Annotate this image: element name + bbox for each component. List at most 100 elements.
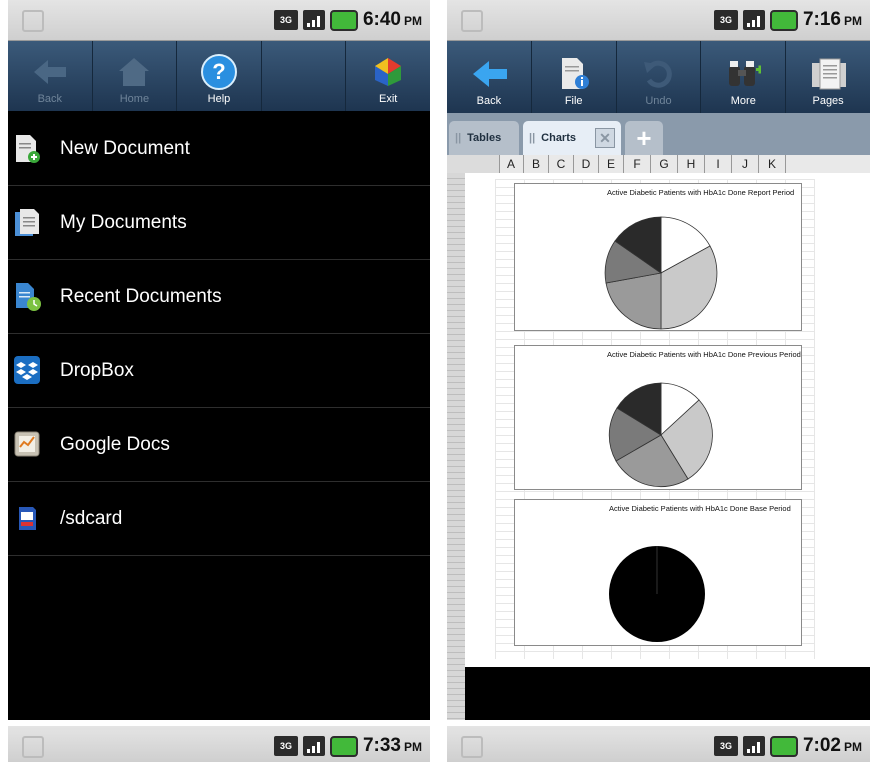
tab-tables-label: Tables <box>467 132 502 144</box>
back-button[interactable]: Back <box>447 41 532 113</box>
menu-label: New Document <box>60 137 190 159</box>
menu-label: DropBox <box>60 359 134 381</box>
exit-button[interactable]: Exit <box>346 41 430 111</box>
sheet-bottom-area <box>465 667 870 720</box>
sdcard-icon <box>14 504 40 534</box>
menu-label: /sdcard <box>60 507 123 529</box>
notification-icon <box>22 736 44 758</box>
network-3g-icon: 3G <box>713 10 738 30</box>
more-label: More <box>730 95 756 107</box>
network-3g-icon: 3G <box>273 736 298 756</box>
column-header[interactable]: J <box>732 155 759 173</box>
column-header[interactable]: B <box>524 155 549 173</box>
menu-item-google-docs[interactable]: Google Docs <box>8 408 430 482</box>
column-header[interactable]: F <box>624 155 651 173</box>
signal-icon <box>302 10 325 30</box>
menu-item-recent-documents[interactable]: Recent Documents <box>8 260 430 334</box>
column-header[interactable]: A <box>499 155 524 173</box>
battery-icon <box>769 9 798 31</box>
new-document-icon <box>14 134 40 164</box>
chart-previous-period[interactable]: Active Diabetic Patients with HbA1c Done… <box>514 345 802 490</box>
exit-icon <box>370 55 406 89</box>
file-info-icon <box>556 57 592 91</box>
column-header[interactable]: I <box>705 155 732 173</box>
help-icon: ? <box>200 54 237 90</box>
pie-chart <box>604 216 718 330</box>
pages-icon <box>810 57 847 91</box>
menu-item-sdcard[interactable]: /sdcard <box>8 482 430 556</box>
help-label: Help <box>207 93 231 105</box>
menu-item-new-document[interactable]: New Document <box>8 112 430 186</box>
spreadsheet-toolbar: Back File Undo More Pages <box>447 41 870 113</box>
clock: 7:02 PM <box>802 735 862 756</box>
back-button[interactable]: Back <box>8 41 93 111</box>
pie-chart <box>609 546 705 642</box>
battery-icon <box>329 735 358 757</box>
help-button[interactable]: ? Help <box>177 41 262 111</box>
back-label: Back <box>37 93 63 105</box>
main-toolbar: Back Home ? Help Exit <box>8 41 430 111</box>
clock: 7:33 PM <box>362 735 422 756</box>
binoculars-icon <box>725 57 762 91</box>
undo-label: Undo <box>645 95 672 107</box>
battery-icon <box>329 9 358 31</box>
undo-icon <box>640 57 676 91</box>
document-menu: New Document My Documents Recent Documen… <box>8 112 430 556</box>
chart-base-period[interactable]: Active Diabetic Patients with HbA1c Done… <box>514 499 802 646</box>
sheet-tabs: || Tables || Charts ✕ + <box>447 113 870 155</box>
close-tab-icon[interactable]: ✕ <box>595 128 615 148</box>
bottom-right-status-bar: 3G 7:02 PM <box>447 726 870 762</box>
menu-label: My Documents <box>60 211 187 233</box>
right-phone-screen: 3G 7:16 PM Back File Undo More Pages || … <box>447 0 870 720</box>
add-tab-button[interactable]: + <box>625 121 663 155</box>
menu-label: Recent Documents <box>60 285 222 307</box>
tab-tables[interactable]: || Tables <box>449 121 519 155</box>
dropbox-icon <box>14 355 40 386</box>
network-3g-icon: 3G <box>273 10 298 30</box>
clock: 7:16 PM <box>802 9 862 30</box>
row-header-column <box>447 173 465 720</box>
toolbar-empty-slot <box>262 41 347 111</box>
notification-icon <box>22 10 44 32</box>
tab-charts[interactable]: || Charts ✕ <box>523 121 621 155</box>
menu-item-dropbox[interactable]: DropBox <box>8 334 430 408</box>
file-label: File <box>564 95 583 107</box>
menu-item-my-documents[interactable]: My Documents <box>8 186 430 260</box>
column-header[interactable]: C <box>549 155 574 173</box>
signal-icon <box>302 736 325 756</box>
spreadsheet-area[interactable]: Active Diabetic Patients with HbA1c Done… <box>465 173 870 667</box>
undo-button[interactable]: Undo <box>617 41 702 113</box>
more-button[interactable]: More <box>701 41 787 113</box>
file-button[interactable]: File <box>532 41 617 113</box>
exit-label: Exit <box>379 93 398 105</box>
column-header[interactable]: E <box>599 155 624 173</box>
home-button[interactable]: Home <box>93 41 178 111</box>
chart-report-period[interactable]: Active Diabetic Patients with HbA1c Done… <box>514 183 802 331</box>
signal-icon <box>742 736 765 756</box>
column-header[interactable]: G <box>651 155 678 173</box>
pages-label: Pages <box>812 95 844 107</box>
bottom-left-status-bar: 3G 7:33 PM <box>8 726 430 762</box>
my-documents-icon <box>14 208 40 238</box>
pie-chart <box>608 382 713 488</box>
column-header[interactable]: D <box>574 155 599 173</box>
notification-icon <box>461 736 483 758</box>
battery-icon <box>769 735 798 757</box>
home-icon <box>116 55 152 89</box>
column-header[interactable]: H <box>678 155 705 173</box>
pages-button[interactable]: Pages <box>786 41 870 113</box>
clock: 6:40 PM <box>362 9 422 30</box>
left-phone-screen: 3G 6:40 PM Back Home ? Help Exit New Doc… <box>8 0 430 720</box>
column-header[interactable]: K <box>759 155 786 173</box>
network-3g-icon: 3G <box>713 736 738 756</box>
status-bar: 3G 6:40 PM <box>8 0 430 41</box>
back-arrow-icon <box>32 55 68 89</box>
status-bar: 3G 7:16 PM <box>447 0 870 41</box>
google-docs-icon <box>14 430 40 460</box>
back-arrow-icon <box>471 57 507 91</box>
home-label: Home <box>119 93 150 105</box>
recent-documents-icon <box>14 282 41 312</box>
column-header-row: A B C D E F G H I J K <box>447 155 870 174</box>
notification-icon <box>461 10 483 32</box>
corner-cell <box>447 155 500 173</box>
